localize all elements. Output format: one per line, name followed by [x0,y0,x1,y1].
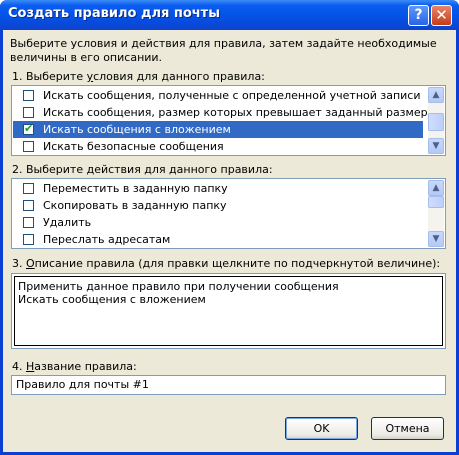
action-checkbox[interactable] [23,183,34,194]
condition-label: Искать сообщения, полученные с определен… [43,89,421,102]
condition-label: Искать безопасные сообщения [43,140,224,153]
dialog-client-area: Выберите условия и действия для правила,… [3,30,456,452]
description-focus-frame: Применить данное правило при получении с… [14,276,443,346]
scroll-thumb[interactable] [428,196,444,208]
description-label: 3. Описание правила (для правки щелкните… [12,257,441,270]
action-label: Переместить в заданную папку [43,182,228,195]
checkmark-icon: ✔ [24,122,34,135]
condition-label: Искать сообщения с вложением [43,123,231,136]
action-checkbox[interactable] [23,200,34,211]
conditions-list[interactable]: Искать сообщения, полученные с определен… [11,85,446,156]
action-checkbox[interactable] [23,234,34,245]
window-title: Создать правило для почты [8,6,220,21]
scroll-up-icon[interactable]: ▲ [428,180,444,196]
condition-checkbox[interactable] [23,90,34,101]
condition-checkbox[interactable] [23,141,34,152]
rule-name-input[interactable]: Правило для почты #1 [11,375,446,395]
actions-scrollbar[interactable]: ▲ ▼ [428,180,444,247]
cancel-button[interactable]: Отмена [371,417,444,440]
condition-item[interactable]: Искать сообщения, полученные с определен… [13,87,423,104]
action-checkbox[interactable] [23,217,34,228]
conditions-label: 1. Выберите условия для данного правила: [12,70,265,83]
scroll-down-icon[interactable]: ▼ [428,231,444,247]
action-label: Скопировать в заданную папку [43,199,227,212]
action-item[interactable]: Удалить [13,214,423,231]
help-button[interactable]: ? [408,5,429,26]
action-item[interactable]: Переслать адресатам [13,231,423,248]
close-button[interactable]: ✕ [431,5,452,26]
condition-checkbox-checked[interactable]: ✔ [23,122,34,135]
action-label: Переслать адресатам [43,233,171,246]
scroll-up-icon[interactable]: ▲ [428,87,444,103]
actions-list[interactable]: Переместить в заданную папку Скопировать… [11,178,446,249]
description-line: Искать сообщения с вложением [18,293,206,306]
intro-text: Выберите условия и действия для правила,… [10,37,437,64]
condition-item[interactable]: Искать безопасные сообщения [13,138,423,155]
dialog-window: Создать правило для почты ? ✕ Выберите у… [0,0,459,455]
rule-description-box[interactable]: Применить данное правило при получении с… [11,273,446,349]
condition-checkbox[interactable] [23,107,34,118]
action-label: Удалить [43,216,92,229]
condition-item[interactable]: Искать сообщения, размер которых превыша… [13,104,428,121]
scroll-thumb[interactable] [428,113,444,131]
ok-button[interactable]: OK [285,417,358,440]
rule-name-label: 4. Название правила: [12,360,137,373]
action-item[interactable]: Скопировать в заданную папку [13,197,423,214]
scroll-down-icon[interactable]: ▼ [428,138,444,154]
title-bar[interactable]: Создать правило для почты ? ✕ [0,0,459,30]
conditions-scrollbar[interactable]: ▲ ▼ [428,87,444,154]
actions-label: 2. Выберите действия для данного правила… [12,163,273,176]
description-line: Применить данное правило при получении с… [18,280,339,293]
condition-label: Искать сообщения, размер которых превыша… [43,106,428,119]
condition-item-selected[interactable]: ✔ Искать сообщения с вложением [13,121,423,138]
action-item[interactable]: Переместить в заданную папку [13,180,423,197]
